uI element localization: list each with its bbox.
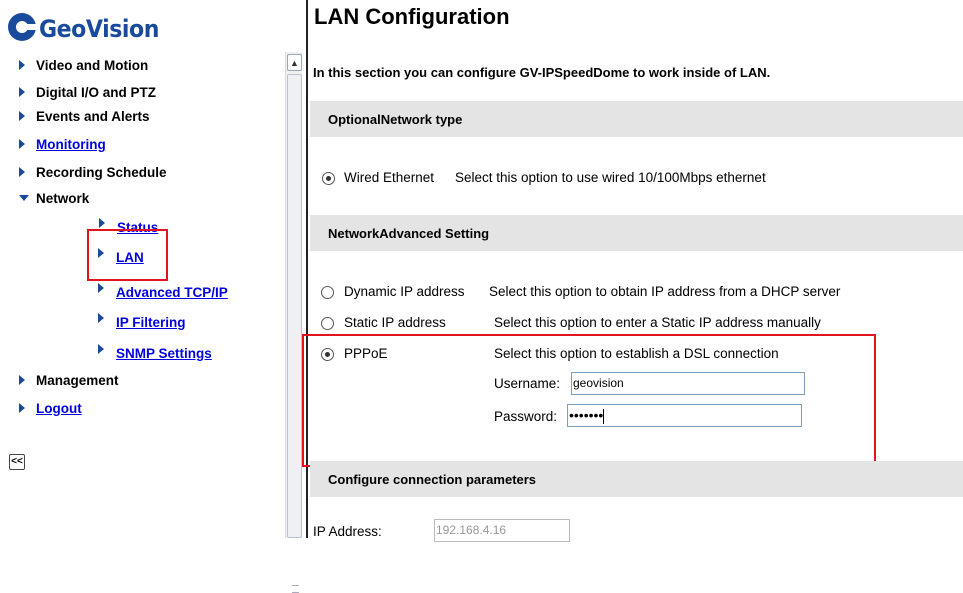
wired-ethernet-radio[interactable]	[322, 172, 335, 185]
sidebar-item-video-motion[interactable]: Video and Motion	[19, 58, 148, 73]
expand-arrow-icon	[19, 403, 25, 413]
ip-address-label: IP Address:	[313, 524, 382, 539]
expand-arrow-icon	[19, 87, 25, 97]
page-title: LAN Configuration	[314, 4, 510, 29]
expand-arrow-icon	[98, 344, 104, 354]
expand-arrow-icon	[98, 313, 104, 323]
collapse-arrow-icon	[19, 195, 29, 201]
scroll-up-arrow-icon[interactable]: ▲	[287, 54, 302, 71]
logo-mark-icon	[8, 13, 37, 41]
scroll-grip-icon	[292, 585, 299, 593]
section-optional-network: OptionalNetwork type	[310, 101, 963, 137]
sidebar-item-network[interactable]: Network	[19, 191, 89, 206]
sidebar-item-digital-io-ptz[interactable]: Digital I/O and PTZ	[19, 85, 156, 100]
lan-highlight-box	[87, 229, 168, 281]
expand-arrow-icon	[19, 111, 25, 121]
intro-text: In this section you can configure GV-IPS…	[313, 65, 771, 80]
expand-arrow-icon	[19, 60, 25, 70]
expand-arrow-icon	[19, 375, 25, 385]
collapse-sidebar-button[interactable]: <<	[9, 454, 25, 470]
sidebar-item-events-alerts[interactable]: Events and Alerts	[19, 109, 150, 124]
sidebar-item-snmp-settings[interactable]: SNMP Settings	[98, 344, 212, 361]
sidebar-scrollbar[interactable]: ▲	[285, 52, 302, 593]
sidebar-item-logout[interactable]: Logout	[19, 401, 82, 416]
scroll-thumb[interactable]	[287, 74, 302, 593]
sidebar-item-ip-filtering[interactable]: IP Filtering	[98, 313, 186, 330]
expand-arrow-icon	[98, 283, 104, 293]
ip-address-input[interactable]: 192.168.4.16	[434, 519, 570, 542]
main-content: LAN Configuration In this section you ca…	[302, 0, 963, 542]
pppoe-highlight-box	[302, 334, 876, 467]
section-advanced-setting: NetworkAdvanced Setting	[310, 215, 963, 251]
static-ip-radio[interactable]	[321, 317, 334, 330]
sidebar-item-monitoring[interactable]: Monitoring	[19, 137, 106, 152]
section-connection-params: Configure connection parameters	[310, 461, 963, 497]
geovision-logo: GeoVision	[8, 8, 169, 50]
sidebar-item-recording-schedule[interactable]: Recording Schedule	[19, 165, 167, 180]
expand-arrow-icon	[19, 139, 25, 149]
logo-text: GeoVision	[39, 15, 160, 43]
expand-arrow-icon	[99, 218, 105, 228]
dynamic-ip-radio[interactable]	[321, 286, 334, 299]
sidebar-item-advanced-tcpip[interactable]: Advanced TCP/IP	[98, 283, 228, 300]
sidebar-item-management[interactable]: Management	[19, 373, 119, 388]
expand-arrow-icon	[19, 167, 25, 177]
sidebar: GeoVision Video and Motion Digital I/O a…	[0, 0, 307, 593]
